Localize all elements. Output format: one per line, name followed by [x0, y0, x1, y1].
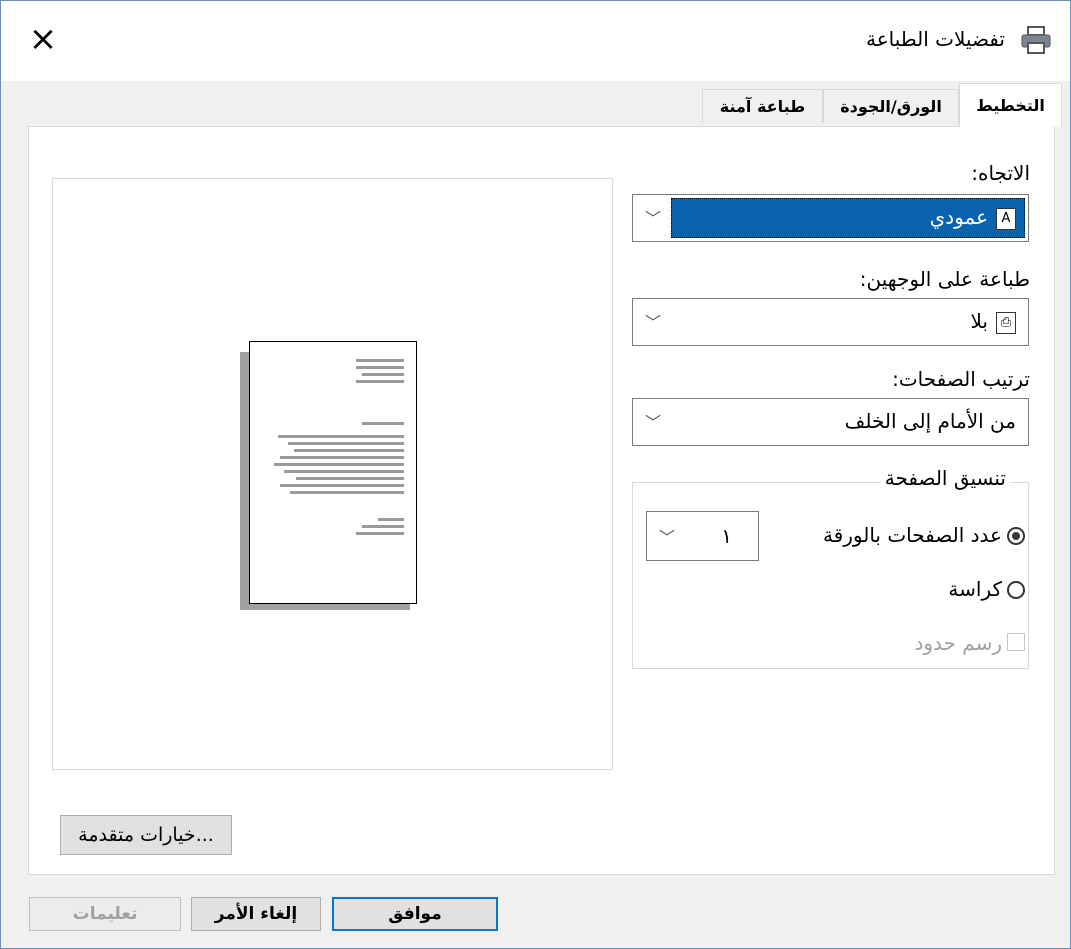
- printer-icon: [1021, 26, 1051, 54]
- advanced-options-button[interactable]: خيارات متقدمة...: [60, 815, 232, 855]
- page-format-label: تنسيق الصفحة: [880, 466, 1010, 490]
- preview-line: [356, 366, 404, 369]
- chevron-down-icon: ﹀: [659, 528, 676, 547]
- orientation-value-wrap: A عمودي: [930, 205, 1016, 230]
- cancel-button[interactable]: إلغاء الأمر: [191, 897, 321, 931]
- preview-line: [284, 470, 404, 473]
- preview-line: [288, 442, 404, 445]
- preview-line: [274, 463, 404, 466]
- duplex-icon: ⎙: [996, 311, 1016, 334]
- orientation-icon: A: [996, 207, 1016, 230]
- chevron-down-icon: ﹀: [645, 413, 662, 432]
- preview-line: [290, 491, 404, 494]
- preview-line: [296, 477, 404, 480]
- duplex-select[interactable]: ⎙ بلا ﹀: [632, 298, 1029, 346]
- tab-paper-quality[interactable]: الورق/الجودة: [823, 89, 959, 123]
- pages-per-sheet-label: عدد الصفحات بالورقة: [822, 523, 1002, 547]
- page-order-select[interactable]: من الأمام إلى الخلف ﹀: [632, 398, 1029, 446]
- tab-secure-print[interactable]: طباعة آمنة: [702, 89, 823, 123]
- booklet-radio[interactable]: [1007, 581, 1025, 599]
- print-preferences-dialog: تفضيلات الطباعة × التخطيط الورق/الجودة ط…: [0, 0, 1071, 949]
- duplex-value: بلا: [970, 309, 989, 333]
- preview-line: [362, 422, 404, 425]
- chevron-down-icon: ﹀: [645, 209, 662, 228]
- page-order-value: من الأمام إلى الخلف: [844, 409, 1016, 433]
- preview-line: [278, 435, 404, 438]
- preview-line: [356, 380, 404, 383]
- title-bar: تفضيلات الطباعة ×: [1, 1, 1070, 81]
- ok-button[interactable]: موافق: [332, 897, 498, 931]
- help-button[interactable]: تعليمات: [29, 897, 181, 931]
- pages-per-sheet-radio[interactable]: [1007, 527, 1025, 545]
- preview-line: [356, 359, 404, 362]
- close-icon[interactable]: ×: [21, 17, 65, 61]
- preview-line: [294, 449, 404, 452]
- duplex-value-wrap: ⎙ بلا: [970, 309, 1016, 334]
- booklet-label: كراسة: [948, 577, 1002, 601]
- chevron-down-icon: ﹀: [645, 313, 662, 332]
- preview-line: [280, 484, 404, 487]
- draw-borders-checkbox[interactable]: [1007, 633, 1025, 651]
- preview-page: [249, 341, 417, 604]
- orientation-label: الاتجاه:: [971, 161, 1030, 185]
- preview-line: [378, 518, 404, 521]
- page-order-label: ترتيب الصفحات:: [892, 367, 1030, 391]
- orientation-value: عمودي: [929, 205, 988, 229]
- pages-per-sheet-select[interactable]: ١ ﹀: [646, 511, 759, 561]
- duplex-label: طباعة على الوجهين:: [859, 267, 1030, 291]
- preview-line: [356, 532, 404, 535]
- preview-line: [362, 373, 404, 376]
- window-title: تفضيلات الطباعة: [865, 27, 1005, 51]
- tab-layout[interactable]: التخطيط: [959, 83, 1062, 127]
- preview-line: [362, 525, 404, 528]
- draw-borders-label: رسم حدود: [914, 631, 1002, 655]
- pages-per-sheet-value: ١: [721, 524, 732, 548]
- orientation-select[interactable]: A عمودي ﹀: [632, 194, 1029, 242]
- preview-line: [280, 456, 404, 459]
